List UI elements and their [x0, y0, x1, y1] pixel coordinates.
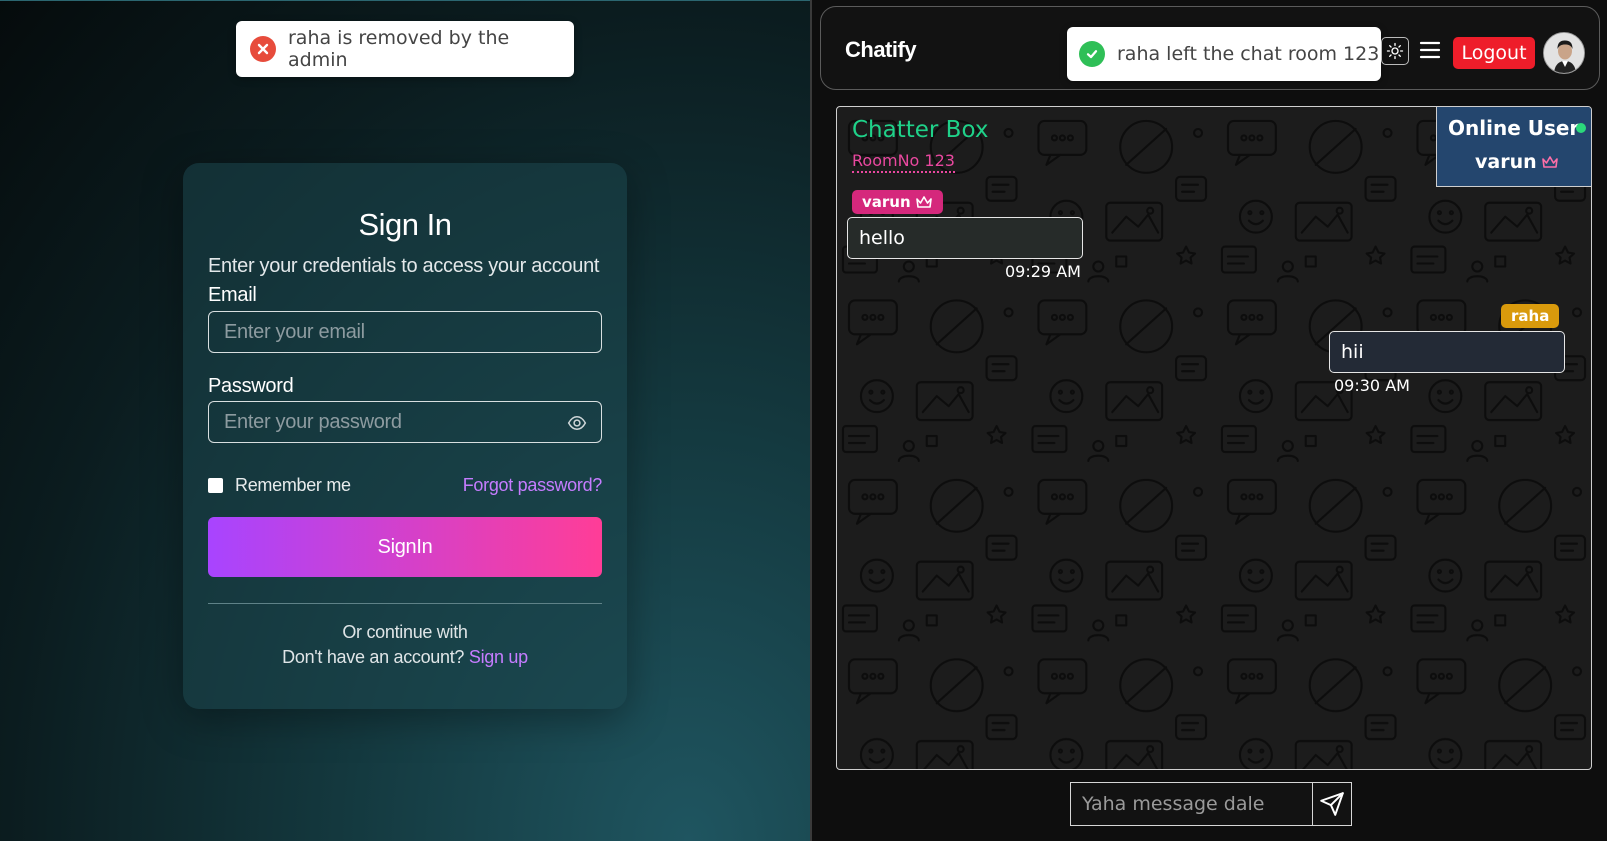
avatar-photo — [1544, 33, 1584, 73]
message-text: hii — [1341, 341, 1364, 363]
error-toast[interactable]: raha is removed by the admin — [236, 21, 574, 77]
user-avatar[interactable] — [1543, 32, 1585, 74]
success-toast-text: raha left the chat room 123 — [1117, 43, 1380, 65]
online-user-name: varun — [1475, 151, 1537, 173]
room-number[interactable]: RoomNo 123 — [852, 151, 955, 173]
message-composer: Yaha message dale — [1070, 782, 1352, 826]
message-time: 09:30 AM — [1334, 376, 1410, 395]
message-text: hello — [859, 227, 905, 249]
email-field[interactable]: Enter your email — [208, 311, 602, 353]
chat-panel: Chatify raha left the chat room 123 Logo… — [810, 0, 1607, 841]
signin-button[interactable]: SignIn — [208, 517, 602, 577]
crown-icon — [915, 196, 932, 208]
signup-link[interactable]: Sign up — [469, 647, 528, 667]
password-placeholder: Enter your password — [224, 410, 402, 433]
online-user-item: varun — [1475, 151, 1559, 173]
send-button[interactable] — [1313, 783, 1351, 825]
sender-badge-varun: varun — [852, 190, 943, 214]
signup-row: Don't have an account? Sign up — [183, 647, 627, 668]
online-status-dot — [1576, 123, 1586, 133]
sender-name: varun — [862, 193, 911, 211]
error-x-icon — [250, 36, 276, 62]
navbar: Chatify raha left the chat room 123 Logo… — [820, 6, 1600, 90]
email-placeholder: Enter your email — [224, 320, 365, 343]
remember-me[interactable]: Remember me — [208, 475, 351, 496]
message-placeholder: Yaha message dale — [1082, 793, 1265, 815]
chat-window: Chatter Box RoomNo 123 Online User varun… — [836, 106, 1592, 770]
password-field[interactable]: Enter your password — [208, 401, 602, 443]
theme-toggle-button[interactable] — [1381, 37, 1409, 65]
divider — [208, 603, 602, 604]
online-users-panel: Online User varun — [1436, 107, 1591, 187]
message-bubble: hello — [847, 217, 1083, 259]
signin-title: Sign In — [358, 207, 452, 242]
online-users-title: Online User — [1448, 116, 1580, 140]
screen: raha is removed by the admin Sign In Ent… — [0, 0, 1607, 841]
signin-card: Sign In Enter your credentials to access… — [183, 163, 627, 709]
forgot-password-link[interactable]: Forgot password? — [463, 475, 603, 496]
remember-label: Remember me — [235, 475, 351, 495]
brand-logo[interactable]: Chatify — [845, 37, 917, 63]
message-bubble: hii — [1329, 331, 1565, 373]
crown-icon — [1541, 156, 1558, 168]
sender-badge-raha: raha — [1501, 304, 1560, 328]
no-account-text: Don't have an account? — [282, 647, 465, 667]
chat-background-pattern — [837, 107, 1591, 769]
or-continue-text: Or continue with — [342, 622, 468, 642]
sun-icon — [1386, 42, 1404, 60]
password-label: Password — [208, 375, 294, 397]
success-check-icon — [1079, 41, 1105, 67]
message-input[interactable]: Yaha message dale — [1071, 783, 1313, 825]
signin-subtitle: Enter your credentials to access your ac… — [208, 255, 600, 277]
eye-icon[interactable] — [567, 413, 587, 433]
chat-title: Chatter Box — [852, 117, 989, 143]
success-toast[interactable]: raha left the chat room 123 — [1067, 27, 1381, 81]
hamburger-icon[interactable] — [1419, 41, 1441, 59]
sender-name: raha — [1511, 307, 1550, 325]
message-time: 09:29 AM — [1005, 262, 1081, 281]
error-toast-text: raha is removed by the admin — [288, 27, 510, 71]
signin-panel: raha is removed by the admin Sign In Ent… — [0, 0, 810, 841]
logout-button[interactable]: Logout — [1453, 37, 1535, 69]
remember-checkbox[interactable] — [208, 478, 223, 493]
email-label: Email — [208, 284, 257, 306]
send-icon — [1320, 792, 1344, 816]
